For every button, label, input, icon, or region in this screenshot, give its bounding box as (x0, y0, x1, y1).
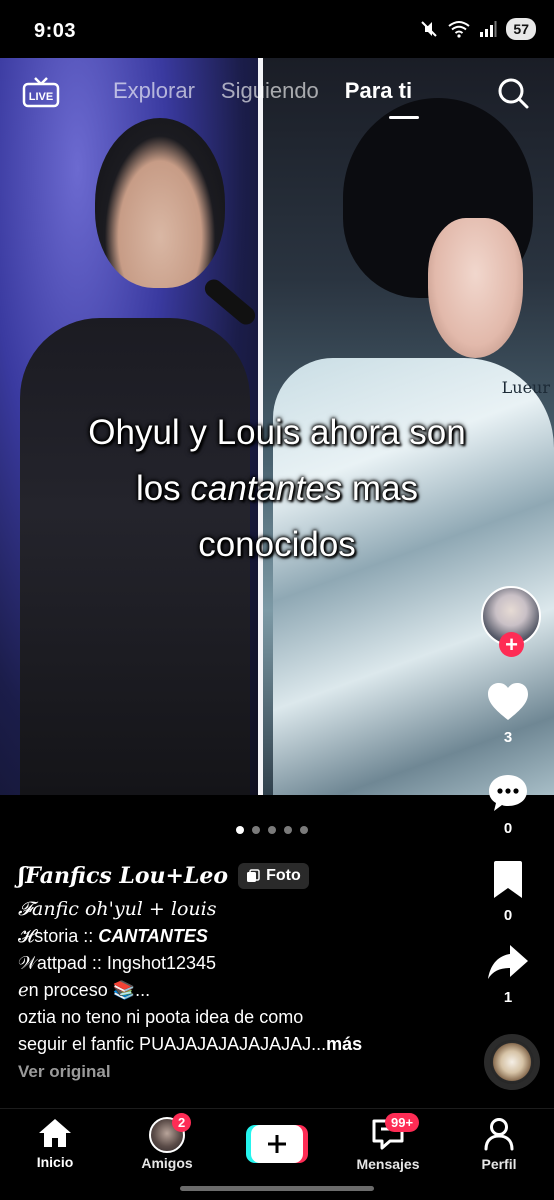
carousel-dot (236, 826, 244, 834)
author-name[interactable]: ʃFanfics Lou+Leo (18, 863, 228, 889)
comment-button[interactable]: 0 (462, 773, 554, 837)
nav-perfil[interactable]: Perfil (454, 1117, 544, 1172)
nav-amigos[interactable]: 2 Amigos (122, 1113, 212, 1171)
carousel-dot (284, 826, 292, 834)
home-indicator (180, 1186, 374, 1191)
carousel-dot (252, 826, 260, 834)
status-time: 9:03 (34, 20, 77, 42)
comment-count: 0 (503, 820, 513, 837)
signal-icon (480, 21, 497, 37)
post-caption: ʃFanfics Lou+Leo Foto 𝓕anfic oh'yul + lo… (18, 858, 468, 1082)
nav-mensajes[interactable]: 99+ Mensajes (343, 1113, 433, 1172)
save-count: 0 (503, 907, 513, 924)
photo-stack-icon (247, 869, 260, 882)
create-button[interactable] (246, 1125, 308, 1163)
photo-overlay-text: Ohyul y Louis ahora son los cantantes ma… (88, 413, 466, 564)
wifi-icon (448, 21, 471, 38)
caption-historia: 𝓗storia :: CANTANTES (18, 926, 208, 946)
caption-wattpad: 𝒲attpad :: Ingshot12345 (18, 953, 217, 973)
live-icon[interactable]: LIVE (22, 76, 60, 108)
caption-body-line2: seguir el fanfic PUAJAJAJAJAJAJAJ...más (18, 1034, 363, 1054)
nav-inicio[interactable]: Inicio (10, 1117, 100, 1170)
profile-icon (484, 1118, 514, 1151)
see-original-link[interactable]: Ver original (18, 1062, 468, 1082)
tab-para-ti[interactable]: Para ti (345, 78, 412, 104)
tab-siguiendo[interactable]: Siguiendo (221, 78, 319, 104)
like-button[interactable]: 3 (462, 682, 554, 746)
carousel-dot (300, 826, 308, 834)
jacket-brand-text: Lueur (501, 378, 550, 397)
bookmark-icon (494, 861, 522, 898)
amigos-badge: 2 (172, 1113, 192, 1132)
music-disc[interactable] (484, 1034, 540, 1090)
top-nav: LIVE Explorar Siguiendo Para ti (0, 62, 554, 122)
share-arrow-icon (488, 945, 528, 979)
photo-type-badge: Foto (238, 863, 309, 889)
status-icons: 57 (419, 18, 536, 40)
svg-text:LIVE: LIVE (29, 91, 53, 103)
home-icon (39, 1119, 71, 1147)
battery-indicator: 57 (506, 18, 536, 40)
carousel-dots (236, 826, 308, 834)
carousel-dot (268, 826, 276, 834)
tab-explorar[interactable]: Explorar (113, 78, 195, 104)
caption-estado: ℯn proceso 📚... (18, 980, 151, 1000)
mute-icon (421, 21, 438, 37)
follow-button[interactable]: + (499, 632, 524, 657)
heart-icon (488, 683, 528, 720)
caption-title: 𝓕anfic oh'yul + louis (18, 898, 217, 920)
feed-tabs: Explorar Siguiendo Para ti (113, 78, 412, 104)
mensajes-badge: 99+ (385, 1113, 420, 1132)
more-link[interactable]: más (326, 1034, 362, 1054)
action-rail: + 3 0 0 1 (462, 580, 554, 1100)
active-tab-indicator (389, 116, 419, 119)
save-button[interactable]: 0 (462, 860, 554, 924)
search-icon[interactable] (496, 76, 530, 110)
comment-icon (489, 775, 527, 811)
share-button[interactable]: 1 (462, 942, 554, 1006)
like-count: 3 (503, 729, 513, 746)
share-count: 1 (503, 989, 513, 1006)
caption-body-line1: oztia no teno ni poota idea de como (18, 1007, 304, 1027)
status-bar: 9:03 57 (0, 0, 554, 62)
